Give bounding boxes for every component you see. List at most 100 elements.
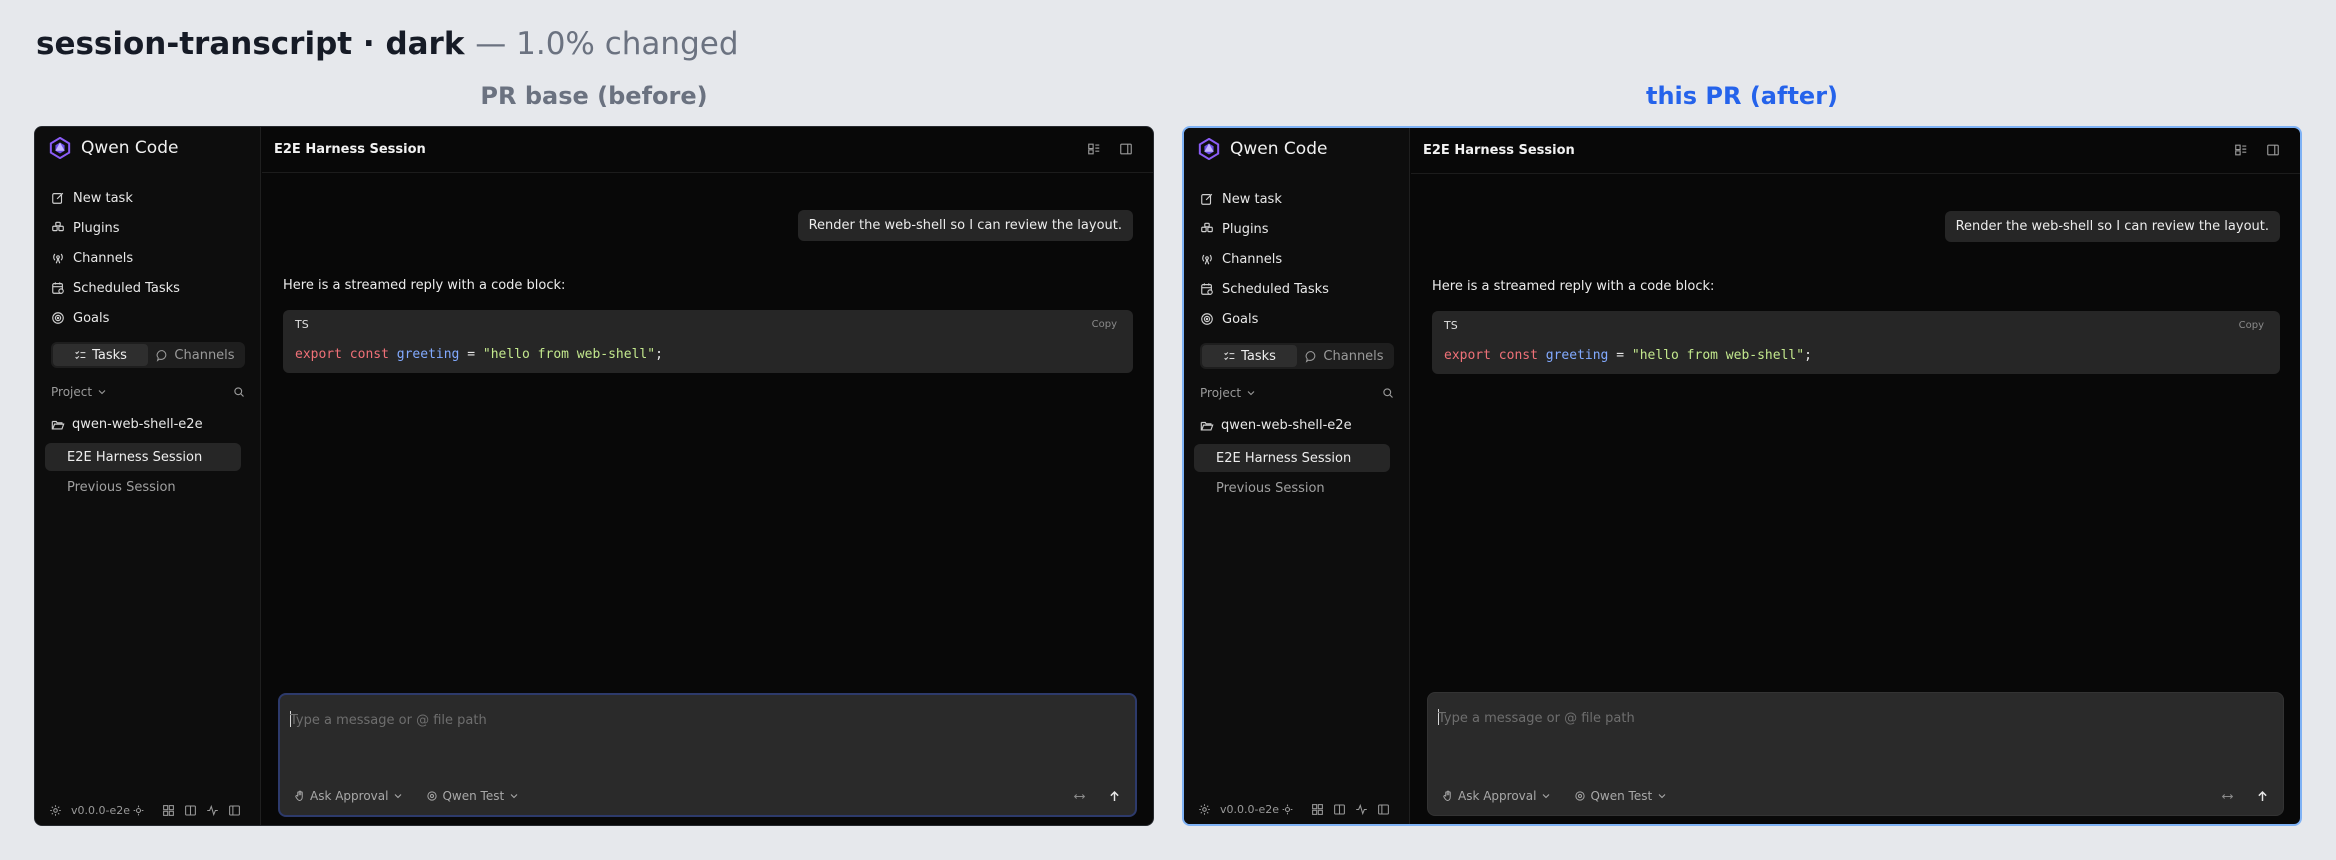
- gear-icon[interactable]: [49, 804, 62, 817]
- brand[interactable]: Qwen Code: [49, 137, 178, 159]
- sidebar-toggle-icon[interactable]: [1377, 803, 1390, 816]
- project-folder[interactable]: qwen-web-shell-e2e: [51, 417, 203, 432]
- nav-label: New task: [1222, 191, 1282, 207]
- model-dropdown[interactable]: Qwen Test: [1574, 789, 1668, 803]
- nav-channels[interactable]: Channels: [1200, 244, 1400, 274]
- tab-tasks[interactable]: Tasks: [53, 344, 148, 366]
- copy-button[interactable]: Copy: [2239, 320, 2264, 331]
- hand-icon: [1443, 790, 1451, 801]
- panel-right-icon[interactable]: [1119, 142, 1133, 156]
- chevron-down-icon: [395, 794, 402, 799]
- layout-icon[interactable]: [2234, 143, 2248, 157]
- session-item-active[interactable]: E2E Harness Session: [1194, 444, 1390, 472]
- nav-new-task[interactable]: New task: [51, 183, 251, 213]
- nav-plugins[interactable]: Plugins: [51, 213, 251, 243]
- search-icon[interactable]: [1382, 387, 1394, 399]
- list-check-icon: [75, 350, 86, 359]
- message-input[interactable]: [290, 709, 790, 731]
- nav-plugins[interactable]: Plugins: [1200, 214, 1400, 244]
- tab-channels-label: Channels: [1323, 348, 1384, 364]
- session-item-active[interactable]: E2E Harness Session: [45, 443, 241, 471]
- nav-label: Goals: [73, 310, 110, 326]
- tab-tasks[interactable]: Tasks: [1202, 345, 1297, 367]
- folder-open-icon: [51, 420, 65, 430]
- nav-goals[interactable]: Goals: [51, 303, 251, 333]
- edit-icon: [1201, 193, 1213, 205]
- nav-label: Scheduled Tasks: [73, 280, 180, 296]
- session-item[interactable]: Previous Session: [1194, 474, 1390, 502]
- nav-scheduled-tasks[interactable]: Scheduled Tasks: [51, 273, 251, 303]
- sidebar-footer: v0.0.0-e2e: [49, 804, 249, 817]
- grid-icon[interactable]: [1311, 803, 1324, 816]
- code-operator: =: [459, 347, 483, 362]
- project-dropdown[interactable]: Project: [1200, 386, 1257, 400]
- columns-icon[interactable]: [1333, 803, 1346, 816]
- session-title: E2E Harness Session: [274, 142, 426, 157]
- nav-goals[interactable]: Goals: [1200, 304, 1400, 334]
- tab-channels[interactable]: Channels: [148, 344, 243, 366]
- expand-horizontal-icon[interactable]: [1073, 790, 1086, 803]
- project-header: Project: [51, 385, 245, 399]
- sun-icon[interactable]: [1281, 803, 1294, 816]
- calendar-clock-icon: [1201, 283, 1213, 295]
- sidebar-segment: Tasks Channels: [51, 342, 245, 368]
- copy-button[interactable]: Copy: [1092, 319, 1117, 330]
- panel-after: Qwen Code New task Plugins Channels Sche…: [1182, 126, 2302, 826]
- sidebar-toggle-icon[interactable]: [228, 804, 241, 817]
- folder-name: qwen-web-shell-e2e: [1221, 418, 1352, 433]
- session-label: E2E Harness Session: [67, 449, 203, 465]
- approval-mode-dropdown[interactable]: Ask Approval: [1442, 789, 1552, 803]
- columns-icon[interactable]: [184, 804, 197, 817]
- chevron-down-icon: [98, 390, 106, 395]
- target-icon: [1201, 313, 1213, 325]
- gear-icon[interactable]: [1198, 803, 1211, 816]
- send-arrow-icon[interactable]: [2256, 790, 2269, 803]
- session-title: E2E Harness Session: [1423, 143, 1575, 158]
- page-title-main: session-transcript · dark: [36, 26, 465, 62]
- main-header: E2E Harness Session: [1411, 128, 2300, 174]
- nav-label: New task: [73, 190, 133, 206]
- antenna-icon: [1202, 254, 1212, 265]
- main-area: E2E Harness Session Render the web-shell…: [1411, 128, 2300, 824]
- project-folder[interactable]: qwen-web-shell-e2e: [1200, 418, 1352, 433]
- nav-scheduled-tasks[interactable]: Scheduled Tasks: [1200, 274, 1400, 304]
- expand-horizontal-icon[interactable]: [2221, 790, 2234, 803]
- panel-right-icon[interactable]: [2266, 143, 2280, 157]
- message-input[interactable]: [1438, 707, 1938, 729]
- grid-icon[interactable]: [162, 804, 175, 817]
- version-label: v0.0.0-e2e: [1220, 803, 1280, 816]
- code-identifier: greeting: [1545, 348, 1609, 363]
- approval-mode-dropdown[interactable]: Ask Approval: [294, 789, 404, 803]
- activity-icon[interactable]: [206, 804, 219, 817]
- nav-new-task[interactable]: New task: [1200, 184, 1400, 214]
- model-label: Qwen Test: [1590, 789, 1653, 803]
- tab-tasks-label: Tasks: [1241, 348, 1276, 364]
- code-line: export const greeting = "hello from web-…: [295, 347, 663, 362]
- send-arrow-icon[interactable]: [1108, 790, 1121, 803]
- code-punct: ;: [1804, 348, 1812, 363]
- brand[interactable]: Qwen Code: [1198, 138, 1327, 160]
- sidebar: Qwen Code New task Plugins Channels Sche…: [1184, 128, 1410, 824]
- code-operator: =: [1608, 348, 1632, 363]
- chevron-down-icon: [1658, 794, 1666, 799]
- nav-channels[interactable]: Channels: [51, 243, 251, 273]
- project-dropdown[interactable]: Project: [51, 385, 108, 399]
- approval-label: Ask Approval: [1458, 789, 1537, 803]
- layout-icon[interactable]: [1087, 142, 1101, 156]
- code-line: export const greeting = "hello from web-…: [1444, 348, 1812, 363]
- tab-channels[interactable]: Channels: [1297, 345, 1392, 367]
- tab-tasks-label: Tasks: [92, 347, 127, 363]
- search-icon[interactable]: [233, 386, 245, 398]
- sun-icon[interactable]: [132, 804, 145, 817]
- approval-label: Ask Approval: [310, 789, 389, 803]
- project-label: Project: [51, 385, 93, 399]
- chevron-down-icon: [510, 794, 518, 799]
- page-title: session-transcript · dark — 1.0% changed: [36, 26, 739, 62]
- activity-icon[interactable]: [1355, 803, 1368, 816]
- session-label: Previous Session: [67, 479, 176, 495]
- composer-right-actions: [1073, 790, 1121, 803]
- session-item[interactable]: Previous Session: [45, 473, 241, 501]
- nav-label: Plugins: [73, 220, 120, 236]
- code-keyword: export: [295, 347, 342, 362]
- model-dropdown[interactable]: Qwen Test: [426, 789, 520, 803]
